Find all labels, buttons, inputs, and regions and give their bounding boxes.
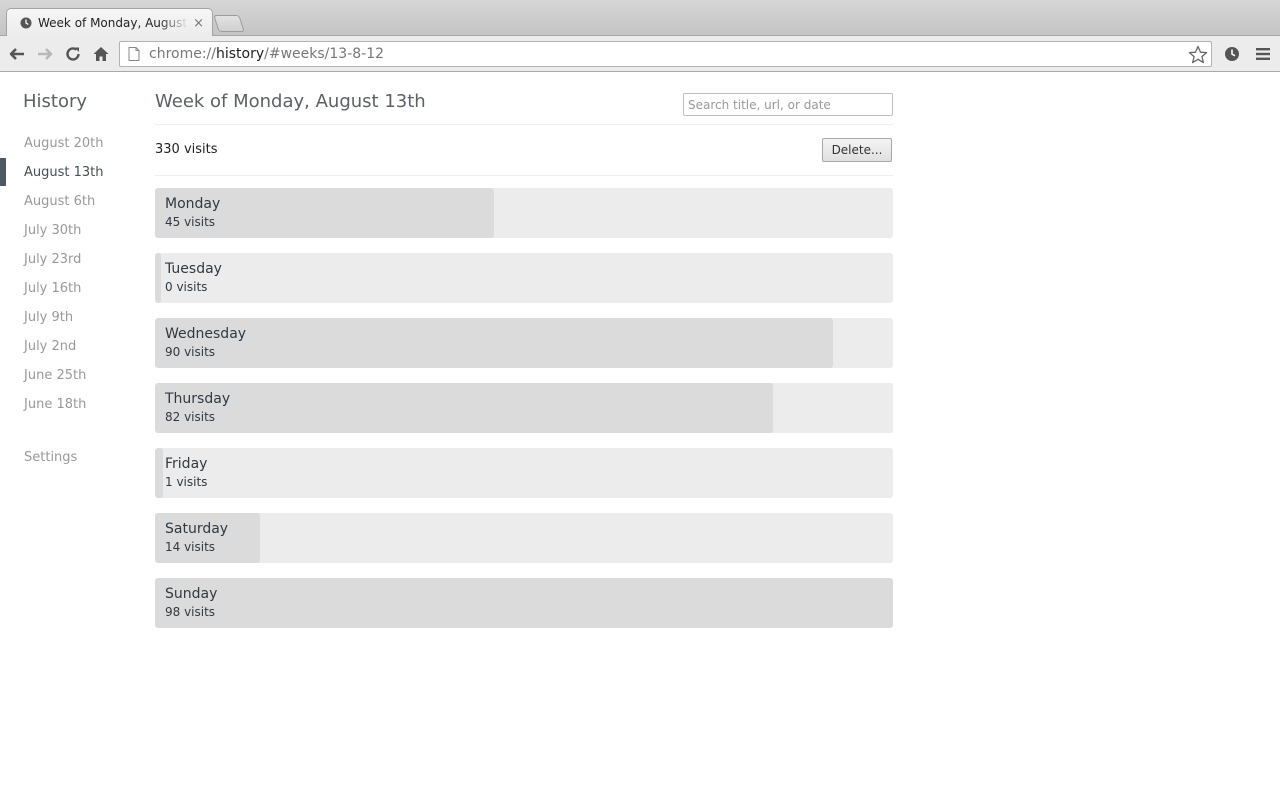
page-icon bbox=[128, 47, 140, 61]
day-visits: 82 visits bbox=[165, 410, 216, 424]
menu-icon bbox=[1256, 48, 1270, 60]
sidebar-item-july-30th[interactable]: July 30th bbox=[24, 223, 81, 238]
day-visits: 1 visits bbox=[165, 475, 208, 489]
tab-close-icon[interactable]: × bbox=[193, 17, 204, 30]
day-name: Wednesday bbox=[165, 326, 247, 342]
day-name: Saturday bbox=[165, 521, 229, 537]
menu-button[interactable] bbox=[1252, 43, 1274, 65]
total-visits: 330 visits bbox=[155, 142, 218, 157]
day-name: Tuesday bbox=[165, 261, 222, 277]
reload-button[interactable] bbox=[62, 43, 84, 65]
day-visits: 98 visits bbox=[165, 605, 216, 619]
home-button[interactable] bbox=[90, 43, 112, 65]
day-row-wednesday[interactable]: Wednesday 90 visits bbox=[155, 318, 893, 368]
sidebar-item-june-18th[interactable]: June 18th bbox=[24, 397, 86, 412]
day-row-thursday[interactable]: Thursday 82 visits bbox=[155, 383, 893, 433]
history-button[interactable] bbox=[1221, 43, 1243, 65]
clock-icon bbox=[20, 17, 32, 29]
day-bar-fill bbox=[155, 448, 163, 498]
tab-title: Week of Monday, August 13th bbox=[38, 16, 189, 30]
sidebar-item-august-20th[interactable]: August 20th bbox=[24, 136, 104, 151]
sidebar-item-july-23rd[interactable]: July 23rd bbox=[24, 252, 81, 267]
forward-button[interactable] bbox=[34, 43, 56, 65]
forward-arrow-icon bbox=[38, 48, 53, 60]
day-row-saturday[interactable]: Saturday 14 visits bbox=[155, 513, 893, 563]
day-bar-fill bbox=[155, 578, 893, 628]
reload-icon bbox=[66, 47, 80, 61]
new-tab-button[interactable] bbox=[213, 15, 245, 32]
summary-divider bbox=[155, 175, 893, 176]
sidebar-item-july-2nd[interactable]: July 2nd bbox=[24, 339, 76, 354]
day-row-monday[interactable]: Monday 45 visits bbox=[155, 188, 893, 238]
header-divider bbox=[155, 124, 893, 125]
day-row-tuesday[interactable]: Tuesday 0 visits bbox=[155, 253, 893, 303]
day-name: Thursday bbox=[165, 391, 231, 407]
sidebar-item-june-25th[interactable]: June 25th bbox=[24, 368, 86, 383]
day-bar-fill bbox=[155, 318, 833, 368]
sidebar-item-august-6th[interactable]: August 6th bbox=[24, 194, 95, 209]
day-visits: 90 visits bbox=[165, 345, 216, 359]
back-arrow-icon bbox=[9, 48, 24, 60]
tab-history[interactable]: Week of Monday, August 13th × bbox=[6, 8, 213, 37]
url-scheme: chrome:// bbox=[149, 46, 216, 62]
page-title: Week of Monday, August 13th bbox=[155, 91, 426, 112]
delete-button[interactable]: Delete... bbox=[822, 138, 892, 162]
history-clock-icon bbox=[1225, 47, 1239, 61]
day-name: Friday bbox=[165, 456, 208, 472]
selected-indicator bbox=[0, 158, 6, 186]
sidebar-item-august-13th[interactable]: August 13th bbox=[24, 165, 104, 180]
home-icon bbox=[93, 47, 109, 61]
day-list: Monday 45 visits Tuesday 0 visits Wednes… bbox=[155, 188, 893, 643]
tab-strip: Week of Monday, August 13th × bbox=[0, 0, 1280, 37]
day-name: Monday bbox=[165, 196, 221, 212]
url-host: history bbox=[216, 46, 265, 62]
day-name: Sunday bbox=[165, 586, 218, 602]
day-bar-fill bbox=[155, 253, 161, 303]
sidebar-item-july-9th[interactable]: July 9th bbox=[24, 310, 73, 325]
day-bar-fill bbox=[155, 383, 773, 433]
sidebar-item-july-16th[interactable]: July 16th bbox=[24, 281, 81, 296]
star-icon[interactable] bbox=[1188, 45, 1208, 65]
url-path: /#weeks/13-8-12 bbox=[264, 46, 385, 62]
day-visits: 14 visits bbox=[165, 540, 216, 554]
day-row-friday[interactable]: Friday 1 visits bbox=[155, 448, 893, 498]
search-input[interactable] bbox=[683, 93, 893, 116]
back-button[interactable] bbox=[6, 43, 28, 65]
address-bar[interactable]: chrome://history/#weeks/13-8-12 bbox=[119, 41, 1212, 67]
day-visits: 0 visits bbox=[165, 280, 208, 294]
browser-toolbar: chrome://history/#weeks/13-8-12 bbox=[0, 36, 1280, 72]
sidebar-title: History bbox=[23, 91, 88, 112]
sidebar-item-settings[interactable]: Settings bbox=[24, 450, 77, 465]
day-row-sunday[interactable]: Sunday 98 visits bbox=[155, 578, 893, 628]
day-visits: 45 visits bbox=[165, 215, 216, 229]
